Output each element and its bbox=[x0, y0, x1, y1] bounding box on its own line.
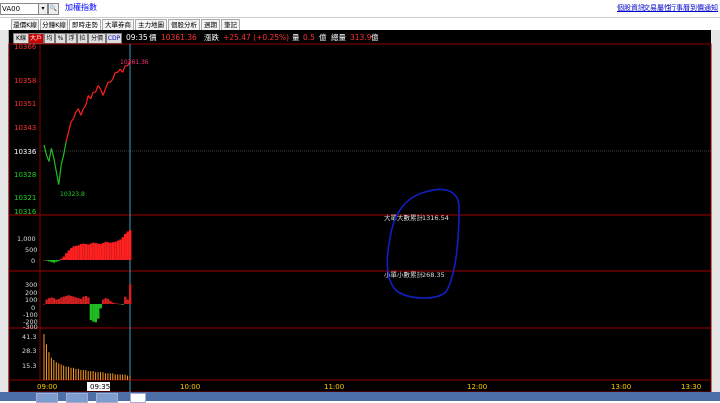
link-price-alert[interactable]: 到價通知 bbox=[690, 4, 718, 13]
change-value: +25.47 (+0.25%) bbox=[223, 33, 290, 42]
link-trade-attr[interactable]: 交易屬性 bbox=[643, 4, 671, 13]
taskbar-button-4[interactable] bbox=[130, 393, 146, 403]
volume-unit: 億 bbox=[319, 33, 327, 42]
symbol-input[interactable]: VA00 bbox=[0, 3, 39, 15]
taskbar-button-3[interactable] bbox=[96, 393, 118, 403]
kline-button[interactable]: K線 bbox=[13, 33, 29, 44]
percent-button[interactable]: % bbox=[55, 33, 66, 44]
float-button[interactable]: 浮 bbox=[66, 33, 77, 44]
search-icon[interactable]: 🔍 bbox=[48, 3, 59, 15]
chart-area bbox=[9, 30, 711, 392]
left-edge-panel bbox=[0, 30, 9, 401]
price-label: 價 bbox=[149, 33, 157, 42]
volume-value: 0.5 bbox=[303, 33, 315, 42]
index-name: 加權指數 bbox=[65, 3, 97, 12]
link-stock-info[interactable]: 個股資訊 bbox=[617, 4, 645, 13]
total-volume-label: 總量 bbox=[331, 33, 346, 42]
taskbar bbox=[0, 392, 720, 403]
current-time: 09:35 bbox=[126, 33, 148, 42]
link-calendar[interactable]: 行事曆 bbox=[669, 4, 690, 13]
top-bar: VA00 ▾ 🔍 加權指數 個股資訊 交易屬性 行事曆 到價通知 bbox=[0, 0, 720, 18]
price-distribution-button[interactable]: 分價 bbox=[88, 33, 106, 44]
change-label: 漲跌 bbox=[204, 33, 219, 42]
tab-bar: 還價K線 分鐘K線 即時走勢 大單券商 主力地圖 個股分析 週期 筆記 bbox=[0, 18, 720, 31]
total-volume-value: 313.9 bbox=[350, 33, 372, 42]
symbol-dropdown-icon[interactable]: ▾ bbox=[38, 3, 48, 15]
bigtrader-button[interactable]: 大戶 bbox=[28, 33, 44, 44]
taskbar-button-1[interactable] bbox=[36, 393, 58, 403]
average-button[interactable]: 均 bbox=[44, 33, 55, 44]
cdp-button[interactable]: CDP bbox=[106, 33, 122, 44]
right-scrollbar[interactable] bbox=[711, 30, 720, 401]
total-volume-unit: 億 bbox=[371, 33, 379, 42]
chart-toolbar: K線 大戶 均 % 浮 拉 分價 CDP 09:35 價 10361.36 漲跌… bbox=[9, 31, 711, 44]
pull-button[interactable]: 拉 bbox=[77, 33, 88, 44]
taskbar-button-2[interactable] bbox=[66, 393, 88, 403]
volume-label: 量 bbox=[292, 33, 300, 42]
price-value: 10361.36 bbox=[161, 33, 197, 42]
